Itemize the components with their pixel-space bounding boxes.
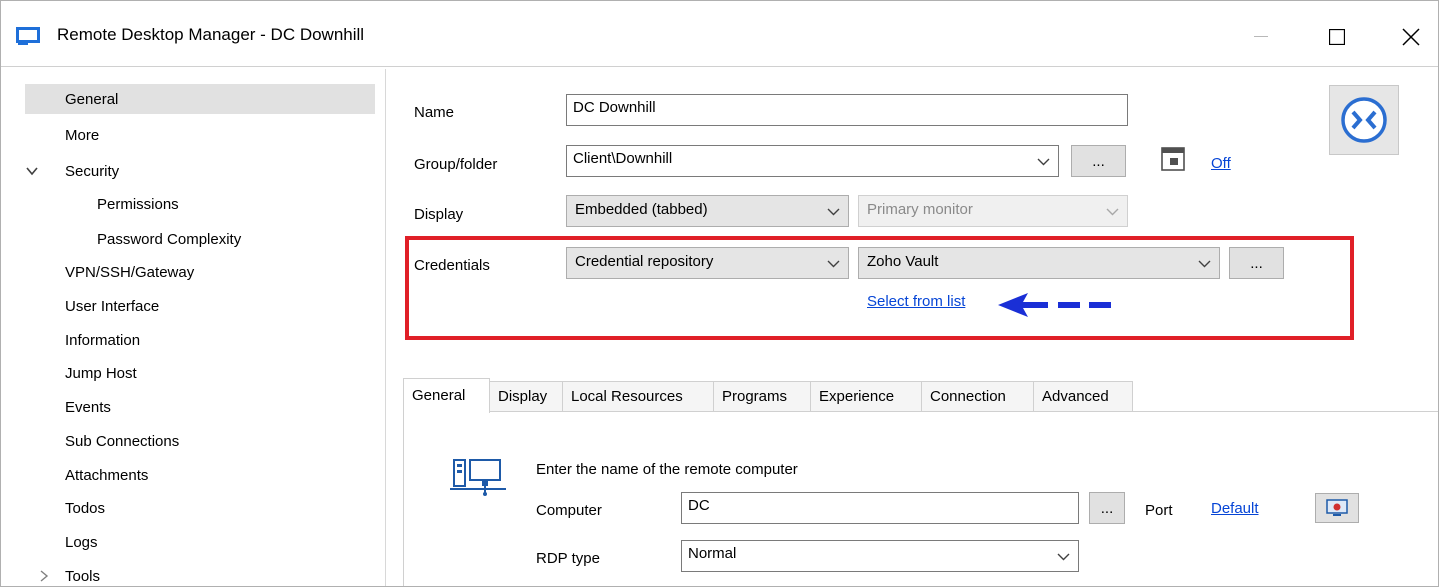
display-value: Embedded (tabbed) — [575, 201, 708, 218]
window-title: Remote Desktop Manager - DC Downhill — [57, 25, 365, 44]
sidebar-item-label: Sub Connections — [65, 432, 180, 450]
display-select[interactable]: Embedded (tabbed) — [566, 195, 849, 227]
tab-experience[interactable]: Experience — [810, 381, 922, 412]
sidebar-item-label: Logs — [65, 533, 98, 551]
sidebar-item-attachments[interactable]: Attachments — [25, 460, 375, 490]
sidebar: General More Security Permissions Passwo… — [1, 69, 386, 586]
tab-general[interactable]: General — [403, 378, 490, 413]
computer-field[interactable]: DC — [681, 492, 1079, 524]
off-link[interactable]: Off — [1211, 155, 1231, 172]
sidebar-item-user-interface[interactable]: User Interface — [25, 291, 375, 321]
sidebar-item-label: Jump Host — [65, 364, 137, 382]
port-label: Port — [1145, 502, 1173, 519]
tab-label: Connection — [930, 388, 1006, 405]
group-folder-select[interactable]: Client\Downhill — [566, 145, 1059, 177]
sidebar-item-label: VPN/SSH/Gateway — [65, 263, 195, 281]
chevron-down-icon — [827, 257, 840, 270]
tab-programs[interactable]: Programs — [713, 381, 811, 412]
credentials-entry-select[interactable]: Zoho Vault — [858, 247, 1220, 279]
name-label: Name — [414, 104, 455, 121]
select-from-list-link[interactable]: Select from list — [867, 293, 965, 310]
sidebar-item-sub-connections[interactable]: Sub Connections — [25, 426, 375, 456]
sidebar-item-label: Events — [65, 398, 111, 416]
sidebar-item-tools[interactable]: Tools — [25, 561, 375, 586]
chevron-down-icon — [1057, 550, 1070, 563]
credentials-type-value: Credential repository — [575, 253, 714, 270]
sidebar-item-label: Password Complexity — [97, 230, 242, 248]
chevron-down-icon — [827, 205, 840, 218]
sidebar-item-label: General — [65, 90, 119, 108]
sidebar-item-label: Security — [65, 162, 120, 180]
sidebar-item-vpn-ssh-gateway[interactable]: VPN/SSH/Gateway — [25, 257, 375, 287]
sidebar-item-jump-host[interactable]: Jump Host — [25, 358, 375, 388]
sidebar-item-label: User Interface — [65, 297, 160, 315]
sidebar-item-information[interactable]: Information — [25, 325, 375, 355]
rdp-connection-icon[interactable] — [1329, 85, 1399, 155]
tab-label: Advanced — [1042, 388, 1109, 405]
sidebar-item-permissions[interactable]: Permissions — [25, 189, 375, 219]
close-icon — [1402, 28, 1420, 46]
sidebar-item-general[interactable]: General — [25, 84, 375, 114]
tab-label: General — [412, 387, 466, 404]
remote-monitor-icon — [1326, 499, 1348, 516]
sidebar-item-events[interactable]: Events — [25, 392, 375, 422]
sidebar-item-security[interactable]: Security — [25, 156, 375, 186]
title-bar: Remote Desktop Manager - DC Downhill — [1, 1, 1438, 67]
name-field[interactable]: DC Downhill — [566, 94, 1128, 126]
chevron-right-icon[interactable] — [37, 569, 51, 583]
group-folder-label: Group/folder — [414, 156, 498, 173]
tab-connection[interactable]: Connection — [921, 381, 1034, 412]
monitor-icon — [16, 27, 40, 47]
rdp-type-select[interactable]: Normal — [681, 540, 1079, 572]
network-computer-icon — [450, 457, 506, 497]
tab-local-resources[interactable]: Local Resources — [562, 381, 714, 412]
sidebar-item-logs[interactable]: Logs — [25, 527, 375, 557]
credentials-label: Credentials — [414, 257, 490, 274]
app-window: Remote Desktop Manager - DC Downhill Gen… — [0, 0, 1439, 587]
computer-browse-button[interactable]: ... — [1089, 492, 1125, 524]
group-browse-button[interactable]: ... — [1071, 145, 1126, 177]
arrow-left-icon — [996, 291, 1121, 319]
maximize-button[interactable] — [1317, 19, 1357, 55]
port-default-link[interactable]: Default — [1211, 500, 1259, 517]
tab-label: Display — [498, 388, 548, 405]
tab-label: Local Resources — [571, 388, 683, 405]
computer-label: Computer — [536, 502, 602, 519]
remote-monitor-button[interactable] — [1315, 493, 1359, 523]
tab-label: Experience — [819, 388, 895, 405]
remote-computer-heading: Enter the name of the remote computer — [536, 461, 798, 478]
monitor-select: Primary monitor — [858, 195, 1128, 227]
sidebar-item-label: Attachments — [65, 466, 149, 484]
embedded-window-icon[interactable] — [1161, 147, 1185, 171]
sidebar-item-more[interactable]: More — [25, 120, 375, 150]
credentials-browse-button[interactable]: ... — [1229, 247, 1284, 279]
minimize-button[interactable] — [1241, 19, 1281, 55]
sidebar-item-password-complexity[interactable]: Password Complexity — [25, 224, 375, 254]
rdp-type-label: RDP type — [536, 550, 600, 567]
sidebar-item-label: Tools — [65, 567, 101, 585]
tab-advanced[interactable]: Advanced — [1033, 381, 1133, 412]
monitor-value: Primary monitor — [867, 201, 973, 218]
sidebar-item-label: Information — [65, 331, 141, 349]
sidebar-item-label: Todos — [65, 499, 106, 517]
chevron-down-icon — [1198, 257, 1211, 270]
sidebar-item-todos[interactable]: Todos — [25, 493, 375, 523]
display-label: Display — [414, 206, 464, 223]
chevron-down-icon — [1037, 155, 1050, 168]
chevron-down-icon[interactable] — [25, 164, 39, 178]
chevron-down-icon — [1106, 205, 1119, 218]
credentials-type-select[interactable]: Credential repository — [566, 247, 849, 279]
close-button[interactable] — [1391, 19, 1431, 55]
credentials-entry-value: Zoho Vault — [867, 253, 939, 270]
sidebar-item-label: More — [65, 126, 100, 144]
tab-display[interactable]: Display — [489, 381, 563, 412]
sidebar-item-label: Permissions — [97, 195, 179, 213]
tab-label: Programs — [722, 388, 788, 405]
rdp-type-value: Normal — [688, 545, 737, 562]
group-folder-value: Client\Downhill — [573, 150, 673, 167]
